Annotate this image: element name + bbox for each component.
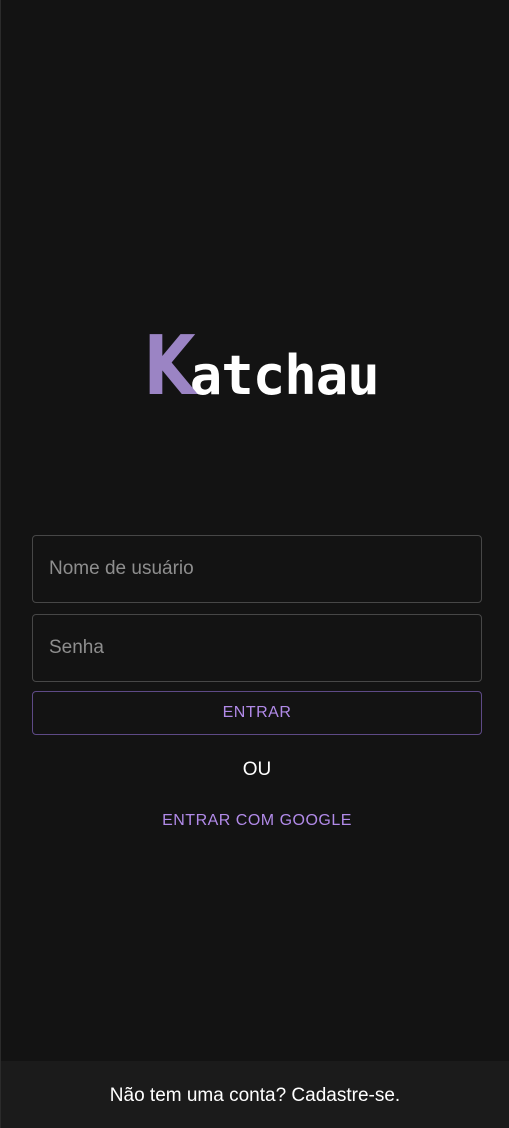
password-input[interactable] (32, 614, 482, 682)
signup-link[interactable]: Não tem uma conta? Cadastre-se. (110, 1085, 400, 1107)
or-divider: OU (242, 759, 272, 780)
login-button[interactable]: ENTRAR (32, 691, 482, 735)
signup-footer: Não tem uma conta? Cadastre-se. (1, 1061, 509, 1128)
app-logo: Katchau (1, 326, 509, 408)
login-form: ENTRAR OU ENTRAR COM GOOGLE (32, 535, 482, 834)
google-login-button[interactable]: ENTRAR COM GOOGLE (154, 808, 360, 834)
logo-text: atchau (189, 344, 380, 407)
logo-initial: K (143, 319, 196, 414)
login-page: Katchau ENTRAR OU ENTRAR COM GOOGLE Não … (0, 0, 509, 1128)
username-input[interactable] (32, 535, 482, 603)
